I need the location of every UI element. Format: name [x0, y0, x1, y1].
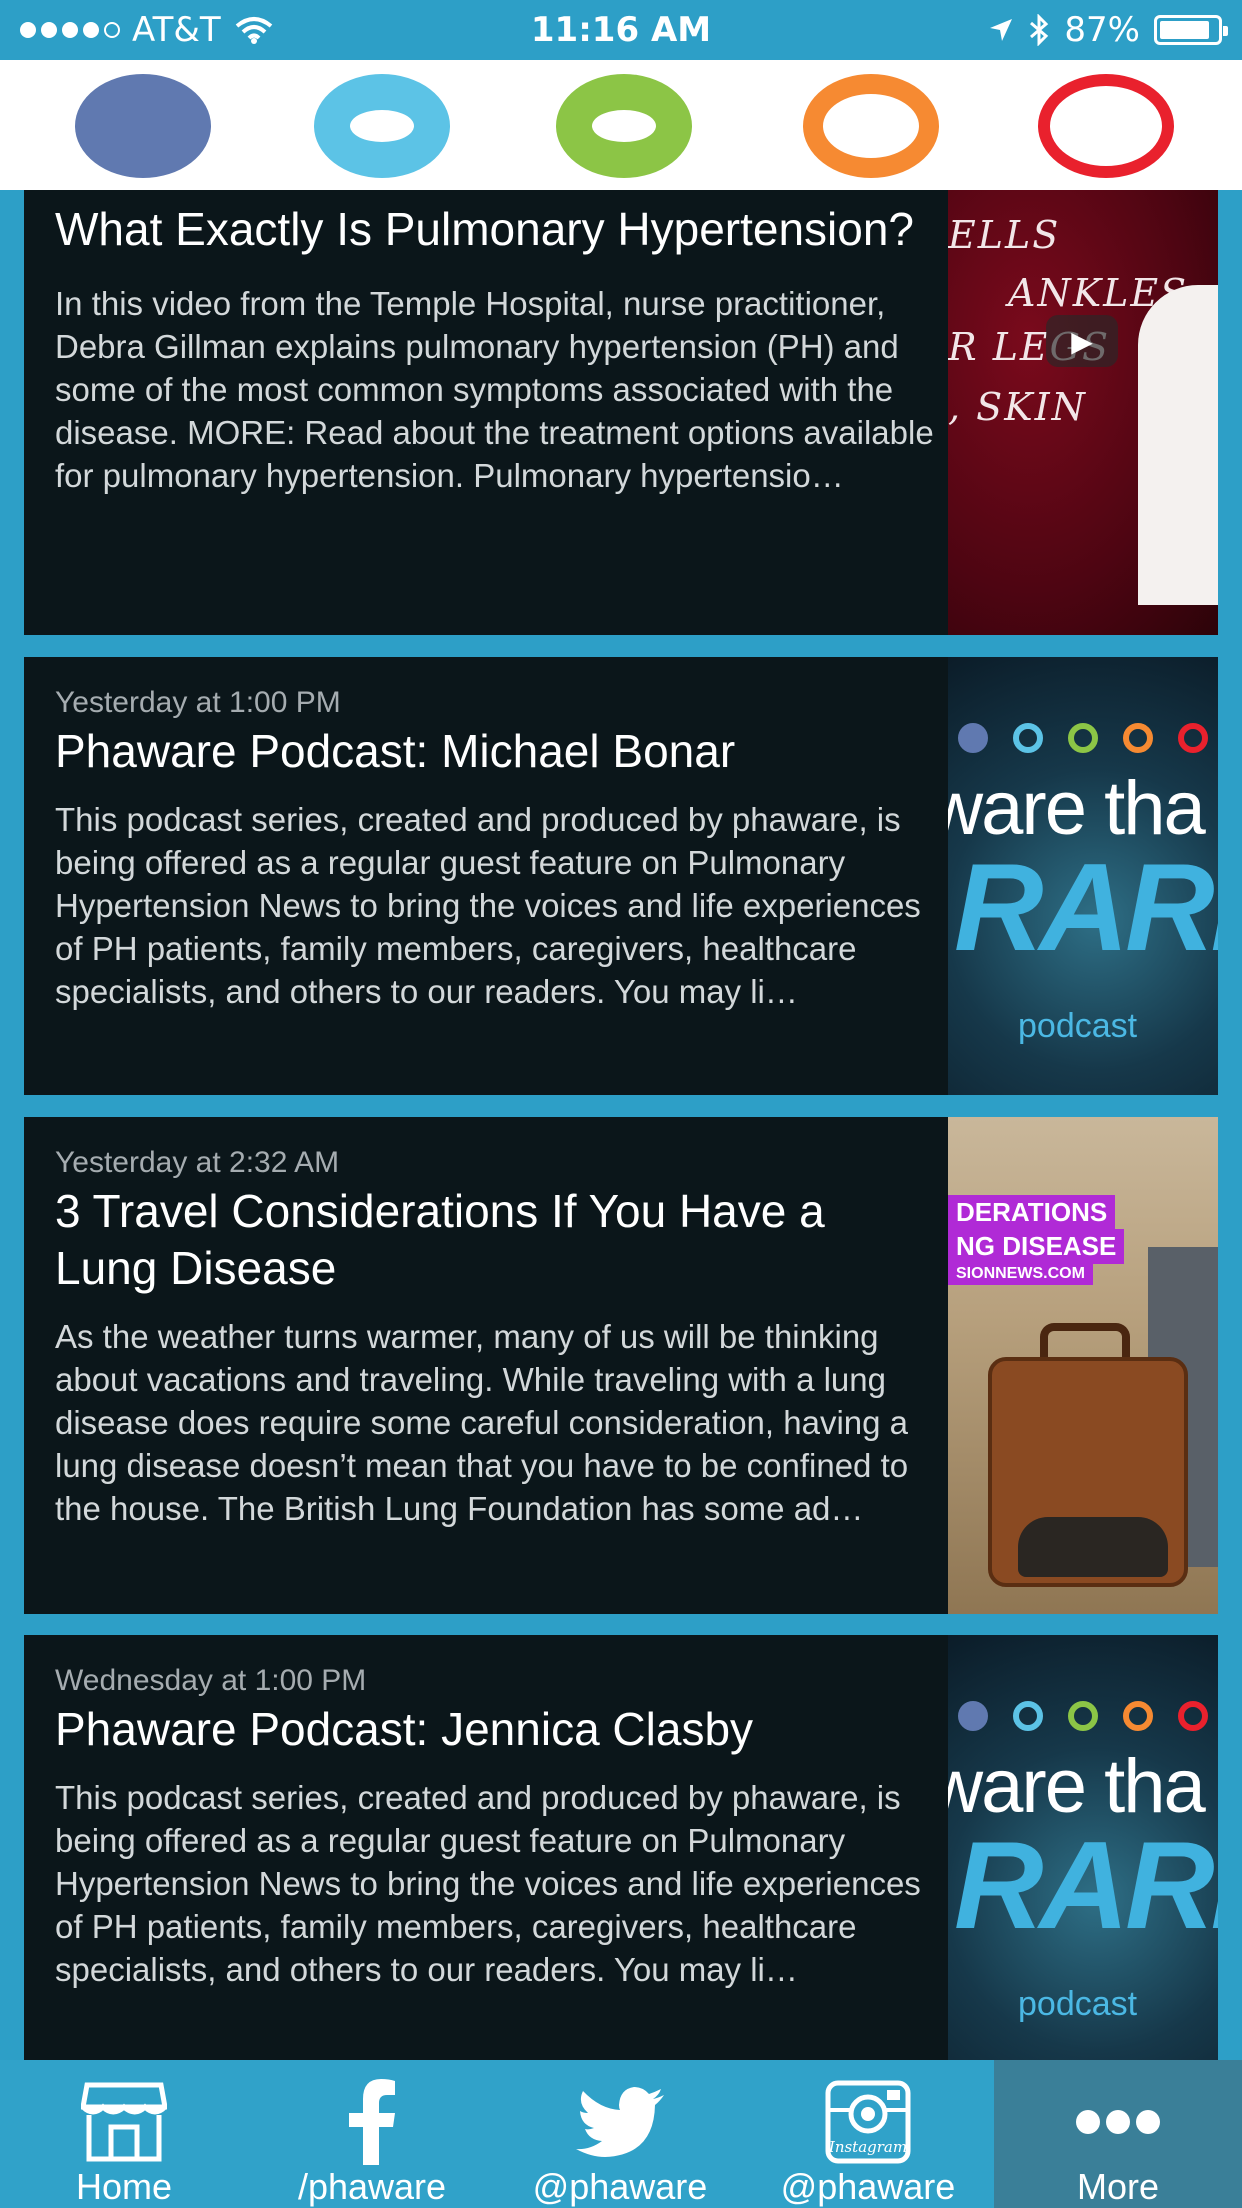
battery-icon — [1154, 15, 1228, 45]
thumb-text: RARE — [954, 1817, 1218, 1955]
card-date: Yesterday at 1:00 PM — [55, 686, 341, 719]
video-thumbnail[interactable]: ELLS ANKLES, R LEGS , SKIN ▶ — [948, 190, 1218, 635]
card-title[interactable]: Phaware Podcast: Jennica Clasby — [55, 1701, 935, 1758]
card-title[interactable]: What Exactly Is Pulmonary Hypertension? — [55, 201, 935, 258]
tab-label: More — [1076, 2166, 1160, 2207]
shoe-image — [1018, 1517, 1168, 1577]
card-text: What Exactly Is Pulmonary Hypertension? … — [55, 190, 935, 497]
tab-twitter[interactable]: @phaware — [496, 2060, 744, 2208]
card-date: Yesterday at 2:32 AM — [55, 1146, 340, 1179]
news-feed[interactable]: What Exactly Is Pulmonary Hypertension? … — [0, 190, 1242, 2060]
bottom-tab-bar: Home /phaware @phaware Instagram @phawar… — [0, 2060, 1242, 2208]
thumb-text: DERATIONS — [948, 1195, 1116, 1230]
thumb-text: ELLS — [948, 213, 1061, 257]
status-bar: AT&T 11:16 AM 87% — [0, 0, 1242, 60]
tab-label: /phaware — [297, 2166, 447, 2207]
card-excerpt: As the weather turns warmer, many of us … — [55, 1318, 909, 1527]
podcast-thumbnail[interactable]: aware tha RARE podcast — [948, 1635, 1218, 2060]
card-excerpt: This podcast series, created and produce… — [55, 1779, 921, 1988]
feed-card[interactable]: Yesterday at 1:00 PM Phaware Podcast: Mi… — [24, 657, 1218, 1095]
card-title[interactable]: 3 Travel Considerations If You Have a Lu… — [55, 1183, 935, 1297]
location-arrow-icon — [990, 19, 1013, 41]
travel-thumbnail[interactable]: DERATIONS NG DISEASE SIONNEWS.COM — [948, 1117, 1218, 1614]
thumb-text: podcast — [1018, 1007, 1138, 1045]
logo-ring-green — [556, 74, 692, 178]
thumb-text: podcast — [1018, 1985, 1138, 2023]
thumb-text: , SKIN — [948, 385, 1087, 429]
feed-card[interactable]: Yesterday at 2:32 AM 3 Travel Considerat… — [24, 1117, 1218, 1614]
card-title[interactable]: Phaware Podcast: Michael Bonar — [55, 723, 935, 780]
tab-label: Home — [75, 2166, 173, 2207]
play-icon[interactable]: ▶ — [1046, 315, 1118, 367]
tab-more[interactable]: More — [994, 2060, 1242, 2208]
logo-ring-light-blue — [314, 74, 450, 178]
battery-percent: 87% — [1064, 10, 1140, 50]
logo-ring-red — [1038, 74, 1174, 178]
tab-facebook[interactable]: /phaware — [248, 2060, 496, 2208]
facebook-icon — [248, 2078, 496, 2166]
tab-label: @phaware — [780, 2166, 956, 2207]
thumb-text: SIONNEWS.COM — [948, 1263, 1093, 1285]
tab-instagram[interactable]: Instagram @phaware — [744, 2060, 992, 2208]
instagram-wordmark: Instagram — [828, 2138, 907, 2156]
logo-header — [0, 60, 1242, 190]
tab-label: @phaware — [532, 2166, 708, 2207]
status-right: 87% — [988, 10, 1228, 50]
podcast-thumbnail[interactable]: aware tha RARE podcast — [948, 657, 1218, 1095]
thumb-person — [1138, 285, 1218, 605]
more-dots-icon — [994, 2078, 1242, 2166]
logo-ring-orange — [803, 74, 939, 178]
feed-card[interactable]: What Exactly Is Pulmonary Hypertension? … — [24, 190, 1218, 635]
bluetooth-icon — [1030, 14, 1049, 46]
card-text: Yesterday at 1:00 PM Phaware Podcast: Mi… — [55, 685, 935, 1013]
card-excerpt: In this video from the Temple Hospital, … — [55, 285, 934, 494]
logo-ring-blue-filled — [75, 74, 211, 178]
twitter-bird-icon — [496, 2078, 744, 2166]
logo-dots-icon — [958, 723, 1208, 753]
card-excerpt: This podcast series, created and produce… — [55, 801, 921, 1010]
card-text: Wednesday at 1:00 PM Phaware Podcast: Je… — [55, 1663, 935, 1991]
store-icon — [0, 2078, 248, 2166]
feed-card[interactable]: Wednesday at 1:00 PM Phaware Podcast: Je… — [24, 1635, 1218, 2060]
tab-home[interactable]: Home — [0, 2060, 248, 2208]
card-text: Yesterday at 2:32 AM 3 Travel Considerat… — [55, 1145, 935, 1530]
thumb-text: NG DISEASE — [948, 1229, 1125, 1264]
instagram-icon: Instagram — [744, 2078, 992, 2166]
logo-dots-icon — [958, 1701, 1208, 1731]
card-date: Wednesday at 1:00 PM — [55, 1664, 367, 1697]
thumb-text: RARE — [954, 839, 1218, 977]
